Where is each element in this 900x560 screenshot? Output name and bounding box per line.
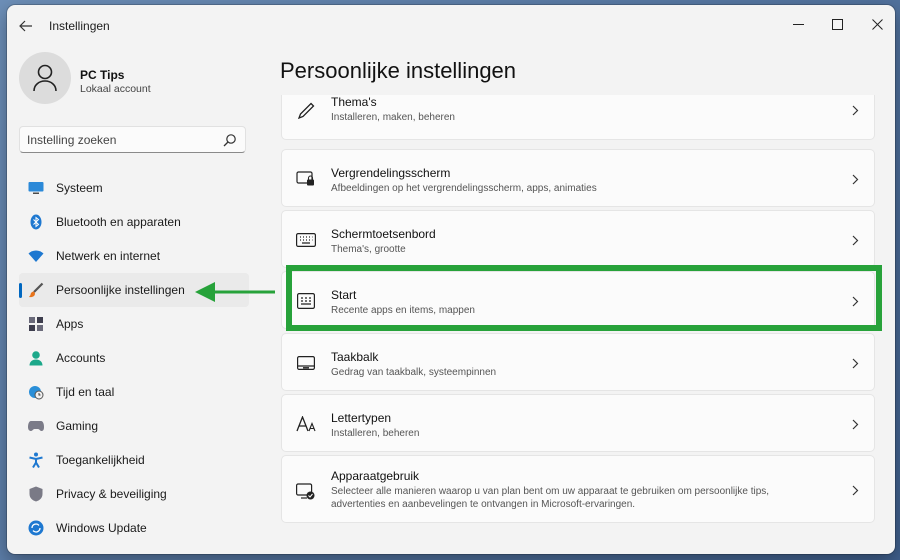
chevron-right-icon bbox=[850, 357, 860, 369]
sidebar-item-netwerk[interactable]: Netwerk en internet bbox=[19, 239, 249, 273]
keyboard-icon bbox=[295, 229, 317, 251]
card-subtitle: Thema's, grootte bbox=[331, 244, 406, 255]
sidebar-item-label: Accounts bbox=[56, 351, 106, 365]
card-title: Vergrendelingsscherm bbox=[331, 166, 451, 180]
apps-icon bbox=[28, 316, 44, 332]
card-subtitle: Installeren, maken, beheren bbox=[331, 112, 455, 123]
paintbrush-icon bbox=[28, 282, 44, 298]
person-icon bbox=[28, 350, 44, 366]
pen-icon bbox=[295, 100, 317, 122]
sidebar-item-label: Apps bbox=[56, 317, 84, 331]
settings-list: Thema's Installeren, maken, beheren Verg… bbox=[281, 95, 875, 535]
sidebar-item-windows-update[interactable]: Windows Update bbox=[19, 511, 249, 545]
sidebar-item-label: Tijd en taal bbox=[56, 385, 115, 399]
sidebar-item-apps[interactable]: Apps bbox=[19, 307, 249, 341]
sidebar-item-label: Gaming bbox=[56, 419, 99, 433]
user-name: PC Tips bbox=[80, 68, 125, 82]
chevron-right-icon bbox=[850, 234, 860, 246]
font-icon bbox=[295, 413, 317, 435]
minimize-icon bbox=[792, 23, 804, 25]
chevron-right-icon bbox=[850, 173, 860, 185]
card-lettertypen[interactable]: Lettertypen Installeren, beheren bbox=[281, 394, 875, 452]
sidebar-item-label: Persoonlijke instellingen bbox=[56, 283, 185, 297]
sidebar-nav: Systeem Bluetooth en apparaten Netwerk e… bbox=[19, 171, 249, 545]
lock-screen-icon bbox=[295, 168, 317, 190]
shield-icon bbox=[28, 486, 44, 502]
chevron-right-icon bbox=[850, 484, 860, 496]
chevron-right-icon bbox=[850, 418, 860, 430]
settings-window: Instellingen PC Tips Lokaal account Syst… bbox=[7, 5, 895, 554]
sidebar-item-tijd-en-taal[interactable]: Tijd en taal bbox=[19, 375, 249, 409]
card-title: Lettertypen bbox=[331, 411, 392, 425]
globe-clock-icon bbox=[28, 384, 44, 400]
wifi-icon bbox=[28, 248, 44, 264]
search-icon[interactable] bbox=[223, 133, 237, 147]
chevron-right-icon bbox=[850, 104, 860, 116]
sidebar-item-accounts[interactable]: Accounts bbox=[19, 341, 249, 375]
card-subtitle: Installeren, beheren bbox=[331, 428, 420, 439]
arrow-left-icon bbox=[195, 282, 275, 302]
sidebar-item-gaming[interactable]: Gaming bbox=[19, 409, 249, 443]
card-title: Schermtoetsenbord bbox=[331, 227, 436, 241]
update-icon bbox=[28, 520, 44, 536]
avatar[interactable] bbox=[19, 52, 71, 104]
sidebar-item-bluetooth[interactable]: Bluetooth en apparaten bbox=[19, 205, 249, 239]
taskbar-icon bbox=[295, 352, 317, 374]
card-subtitle: Afbeeldingen op het vergrendelingsscherm… bbox=[331, 183, 597, 194]
monitor-icon bbox=[28, 180, 44, 196]
sidebar-item-label: Toegankelijkheid bbox=[56, 453, 145, 467]
sidebar-item-label: Netwerk en internet bbox=[56, 249, 161, 263]
back-arrow-icon bbox=[19, 20, 32, 32]
page-title: Persoonlijke instellingen bbox=[280, 58, 517, 83]
card-schermtoetsenbord[interactable]: Schermtoetsenbord Thema's, grootte bbox=[281, 210, 875, 268]
sidebar-item-label: Systeem bbox=[56, 181, 103, 195]
bluetooth-icon bbox=[28, 214, 44, 230]
card-title: Apparaatgebruik bbox=[331, 469, 420, 483]
start-menu-icon bbox=[295, 290, 317, 312]
card-title: Taakbalk bbox=[331, 350, 379, 364]
person-icon bbox=[33, 64, 57, 92]
back-button[interactable] bbox=[17, 17, 35, 35]
search-box[interactable] bbox=[19, 126, 246, 153]
minimize-button[interactable] bbox=[783, 11, 813, 37]
close-button[interactable] bbox=[862, 11, 892, 37]
maximize-icon bbox=[831, 18, 843, 30]
sidebar-item-label: Privacy & beveiliging bbox=[56, 487, 167, 501]
sidebar-item-systeem[interactable]: Systeem bbox=[19, 171, 249, 205]
gamepad-icon bbox=[28, 418, 44, 434]
app-title: Instellingen bbox=[49, 19, 110, 33]
sidebar-item-privacy[interactable]: Privacy & beveiliging bbox=[19, 477, 249, 511]
maximize-button[interactable] bbox=[822, 11, 852, 37]
chevron-right-icon bbox=[850, 295, 860, 307]
card-apparaatgebruik[interactable]: Apparaatgebruik Selecteer alle manieren … bbox=[281, 455, 875, 523]
card-subtitle: Selecteer alle manieren waarop u van pla… bbox=[331, 486, 770, 510]
card-vergrendelingsscherm[interactable]: Vergrendelingsscherm Afbeeldingen op het… bbox=[281, 149, 875, 207]
search-input[interactable] bbox=[27, 133, 217, 147]
device-usage-icon bbox=[295, 481, 317, 503]
card-title: Start bbox=[331, 288, 357, 302]
sidebar-item-label: Bluetooth en apparaten bbox=[56, 215, 181, 229]
card-themas[interactable]: Thema's Installeren, maken, beheren bbox=[281, 95, 875, 140]
card-subtitle: Gedrag van taakbalk, systeempinnen bbox=[331, 367, 497, 378]
title-bar: Instellingen bbox=[7, 5, 895, 45]
card-title: Thema's bbox=[331, 95, 377, 109]
close-icon bbox=[871, 18, 883, 30]
card-taakbalk[interactable]: Taakbalk Gedrag van taakbalk, systeempin… bbox=[281, 333, 875, 391]
card-start[interactable]: Start Recente apps en items, mappen bbox=[281, 271, 875, 329]
sidebar-item-toegankelijkheid[interactable]: Toegankelijkheid bbox=[19, 443, 249, 477]
card-subtitle: Recente apps en items, mappen bbox=[331, 305, 475, 316]
account-type: Lokaal account bbox=[80, 83, 151, 95]
accessibility-icon bbox=[28, 452, 44, 468]
sidebar-item-label: Windows Update bbox=[56, 521, 147, 535]
